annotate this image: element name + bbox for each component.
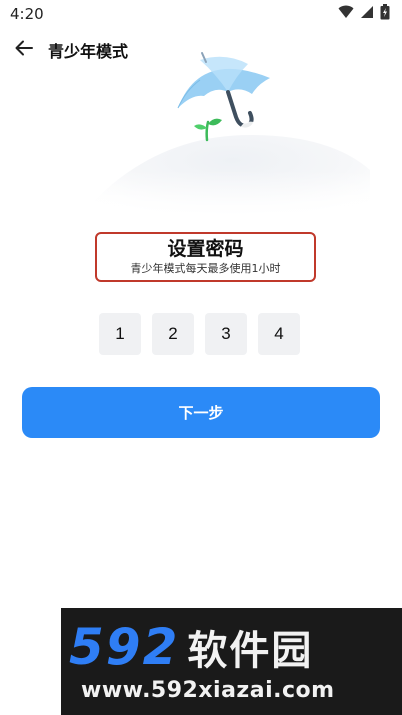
password-digit-1[interactable]: 1 [99, 313, 141, 355]
signal-icon [360, 5, 374, 23]
wifi-icon [338, 5, 354, 23]
watermark-logo: 592 软件园 www.592xiazai.com [61, 608, 402, 715]
password-heading-block: 设置密码 青少年模式每天最多使用1小时 [95, 232, 316, 282]
watermark-brand: 592 软件园 [69, 618, 313, 676]
password-title: 设置密码 [167, 238, 244, 260]
watermark-url: www.592xiazai.com [81, 678, 335, 703]
battery-icon [380, 4, 390, 24]
password-digit-4[interactable]: 4 [258, 313, 300, 355]
password-input-row[interactable]: 1 2 3 4 [99, 313, 300, 355]
next-button[interactable]: 下一步 [22, 387, 380, 438]
status-time: 4:20 [10, 5, 44, 23]
status-icons [338, 4, 390, 24]
status-bar: 4:20 [0, 0, 402, 28]
password-digit-3[interactable]: 3 [205, 313, 247, 355]
password-subtitle: 青少年模式每天最多使用1小时 [130, 262, 281, 275]
watermark-brand-number: 592 [69, 618, 180, 676]
password-digit-2[interactable]: 2 [152, 313, 194, 355]
watermark-brand-text: 软件园 [187, 628, 314, 674]
umbrella-illustration [0, 50, 402, 220]
